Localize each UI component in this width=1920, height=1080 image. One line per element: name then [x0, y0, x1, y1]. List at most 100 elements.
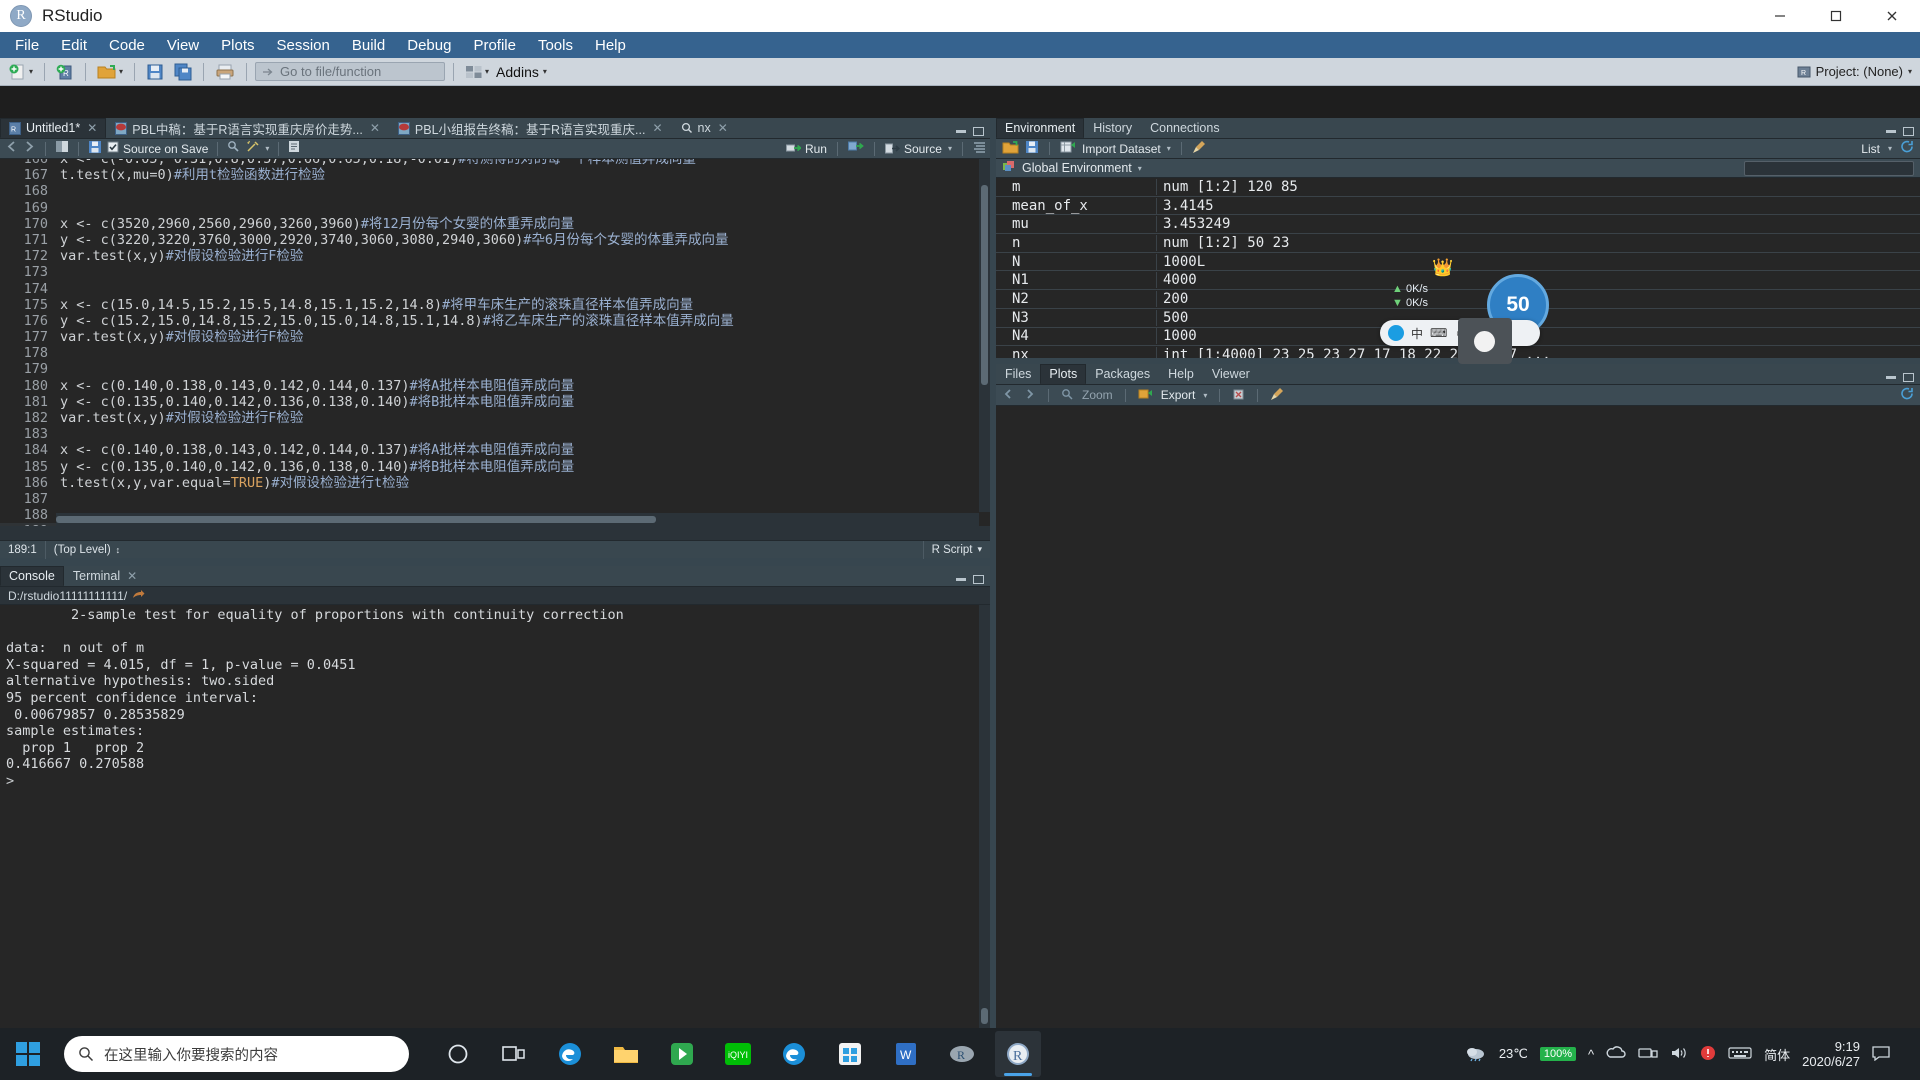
back-icon[interactable] [5, 140, 18, 157]
code-lines[interactable]: 166 x <- c(-0.05, 0.31,0.8,0.57,0.66,0.65… [0, 159, 990, 526]
close-button[interactable] [1864, 0, 1920, 32]
source-options-icon[interactable] [973, 140, 986, 157]
code-line[interactable]: 171 y <- c(3220,3220,3760,3000,2920,3740,… [0, 231, 990, 249]
chevron-down-icon[interactable]: ▾ [1138, 164, 1142, 173]
menu-code[interactable]: Code [98, 34, 156, 57]
code-line[interactable]: 178 [0, 345, 990, 362]
edge-legacy-icon[interactable] [547, 1031, 593, 1077]
workspace-panes-button[interactable]: ▾ [462, 63, 492, 81]
tab-connections[interactable]: Connections [1141, 118, 1229, 138]
list-view-label[interactable]: List [1861, 142, 1880, 156]
new-file-button[interactable]: ▾ [6, 62, 36, 82]
forward-icon[interactable] [23, 140, 36, 157]
battery-status-badge[interactable]: 100% [1539, 1047, 1577, 1061]
close-icon[interactable]: ✕ [87, 121, 97, 135]
minimize-button[interactable] [1752, 0, 1808, 32]
file-type[interactable]: R Script ▾ [922, 540, 990, 559]
global-environment-label[interactable]: Global Environment [1022, 161, 1132, 175]
menu-view[interactable]: View [156, 34, 210, 57]
taskbar-search-input[interactable]: 在这里输入你要搜索的内容 [64, 1036, 409, 1072]
tab-viewer[interactable]: Viewer [1202, 364, 1259, 384]
wps-writer-icon[interactable]: W [883, 1031, 929, 1077]
tab-console[interactable]: Console [0, 566, 64, 586]
show-hidden-icons-chevron[interactable]: ^ [1588, 1047, 1594, 1062]
scrollbar-thumb[interactable] [56, 516, 656, 523]
tab-packages[interactable]: Packages [1086, 364, 1160, 384]
r-console-icon[interactable]: R [939, 1031, 985, 1077]
code-line[interactable]: 168 [0, 183, 990, 200]
maximize-pane-icon[interactable] [1903, 373, 1914, 382]
maximize-pane-icon[interactable] [973, 575, 984, 584]
goto-file-input[interactable]: Go to file/function [255, 62, 446, 81]
taskbar-clock[interactable]: 9:19 2020/6/27 [1802, 1039, 1860, 1069]
menu-profile[interactable]: Profile [462, 34, 527, 57]
chevron-down-icon[interactable]: ▾ [265, 144, 269, 153]
code-line[interactable]: 183 [0, 426, 990, 443]
source-tab-pbl-midterm[interactable]: PBL中稿：基于R语言实现重庆房价走势... ✕ [106, 118, 389, 138]
ime-mode-label[interactable]: 中 [1411, 325, 1423, 342]
code-line[interactable]: 170 x <- c(3520,2960,2560,2960,3260,3960)… [0, 215, 990, 232]
code-line[interactable]: 179 [0, 361, 990, 378]
close-icon[interactable]: ✕ [652, 121, 662, 135]
security-center-icon[interactable] [1700, 1045, 1716, 1064]
project-indicator[interactable]: R Project: (None) ▾ [1797, 64, 1912, 79]
code-line[interactable]: 180 x <- c(0.140,0.138,0.143,0.142,0.144,… [0, 377, 990, 394]
weather-icon[interactable] [1465, 1044, 1487, 1065]
code-line[interactable]: 172 var.test(x,y)#对假设检验进行F检验 [0, 248, 990, 265]
environment-search-input[interactable] [1744, 160, 1914, 176]
network-speed-widget[interactable]: 👑 50 ▲ 0K/s ▼ 0K/s 中 ⌨ ☺ ⚒ [1380, 258, 1555, 364]
edge-icon[interactable] [771, 1031, 817, 1077]
import-dataset-icon[interactable] [1060, 140, 1076, 158]
console-scrollbar[interactable] [979, 605, 990, 1028]
tab-plots[interactable]: Plots [1040, 364, 1087, 384]
code-line[interactable]: 176 y <- c(15.2,15.0,14.8,15.2,15.0,15.0,… [0, 312, 990, 330]
code-line[interactable]: 169 [0, 199, 990, 216]
code-tools-icon[interactable] [246, 140, 260, 157]
minimize-pane-icon[interactable] [956, 578, 966, 581]
refresh-plot-icon[interactable] [1900, 387, 1914, 404]
environment-row[interactable]: mean_of_x 3.4145 [996, 197, 1920, 216]
code-line[interactable]: 173 [0, 264, 990, 281]
close-icon[interactable]: ✕ [718, 121, 728, 135]
code-line[interactable]: 185 y <- c(0.135,0.140,0.142,0.136,0.138,… [0, 458, 990, 475]
scrollbar-thumb[interactable] [981, 185, 988, 385]
source-tab-untitled1[interactable]: R Untitled1* ✕ [0, 118, 107, 138]
load-workspace-icon[interactable] [1002, 140, 1019, 158]
open-in-explorer-icon[interactable] [132, 589, 145, 603]
next-plot-icon[interactable] [1023, 387, 1036, 404]
compile-report-icon[interactable] [288, 140, 300, 157]
tab-history[interactable]: History [1084, 118, 1142, 138]
clear-workspace-icon[interactable] [1192, 140, 1207, 158]
close-icon[interactable]: ✕ [370, 121, 380, 135]
rstudio-icon[interactable]: R [995, 1031, 1041, 1077]
onedrive-icon[interactable] [1606, 1045, 1626, 1063]
iqiyi-icon[interactable]: iQIYI [715, 1031, 761, 1077]
code-line[interactable]: 182 var.test(x,y)#对假设检验进行F检验 [0, 410, 990, 427]
tab-terminal[interactable]: Terminal ✕ [63, 566, 147, 586]
code-scope[interactable]: (Top Level) ↕ [44, 540, 128, 559]
previous-plot-icon[interactable] [1002, 387, 1015, 404]
task-view-icon[interactable] [491, 1031, 537, 1077]
tab-help[interactable]: Help [1159, 364, 1203, 384]
scrollbar-thumb[interactable] [981, 1008, 988, 1024]
console-output[interactable]: 2-sample test for equality of proportion… [0, 605, 979, 1028]
notification-center-icon[interactable] [1872, 1045, 1890, 1064]
environment-row[interactable]: m num [1:2] 120 85 [996, 178, 1920, 197]
environment-row[interactable]: mu 3.453249 [996, 215, 1920, 235]
play-store-icon[interactable] [659, 1031, 705, 1077]
new-project-button[interactable]: R [53, 62, 77, 82]
source-tab-pbl-final[interactable]: PBL小组报告终稿：基于R语言实现重庆... ✕ [388, 118, 672, 138]
code-line[interactable]: 174 [0, 280, 990, 297]
show-desktop-button[interactable] [1902, 1028, 1912, 1080]
menu-debug[interactable]: Debug [396, 34, 462, 57]
close-icon[interactable]: ✕ [127, 569, 137, 583]
sogou-ime-icon[interactable] [1388, 325, 1404, 341]
environment-row[interactable]: n num [1:2] 50 23 [996, 234, 1920, 253]
menu-help[interactable]: Help [584, 34, 637, 57]
export-label[interactable]: Export [1161, 388, 1196, 402]
remove-plot-icon[interactable] [1232, 387, 1245, 404]
menu-plots[interactable]: Plots [210, 34, 265, 57]
microsoft-store-icon[interactable] [827, 1031, 873, 1077]
find-replace-icon[interactable] [227, 140, 241, 157]
start-button[interactable] [0, 1028, 56, 1080]
